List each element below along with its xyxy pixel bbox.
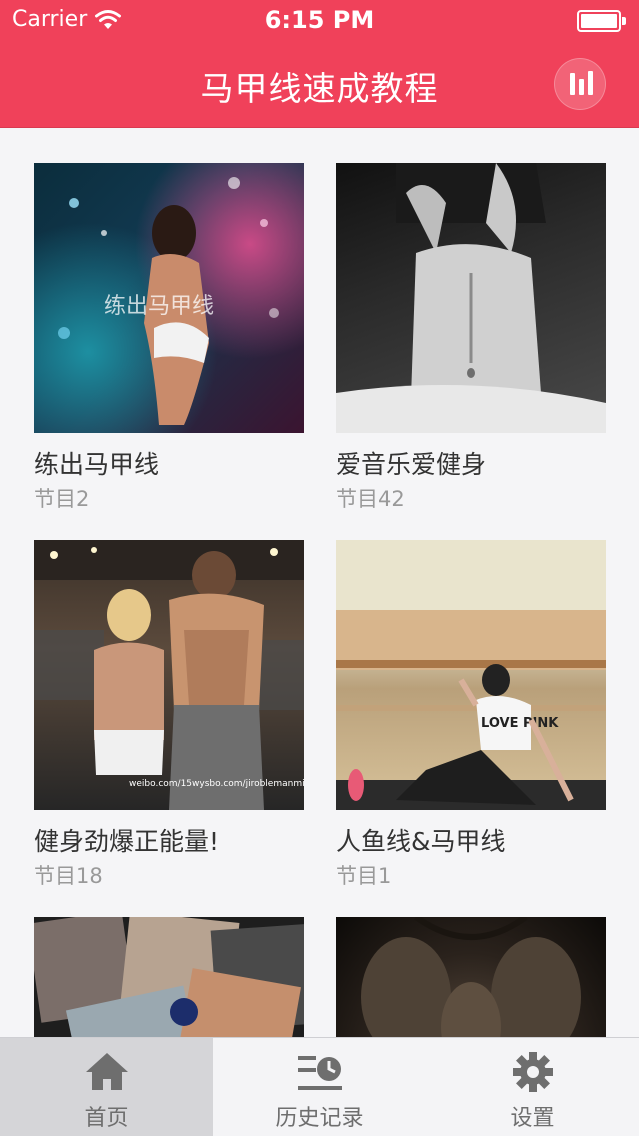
program-card[interactable]: 爱音乐爱健身 节目42 xyxy=(336,163,606,511)
gear-icon xyxy=(512,1052,553,1092)
status-bar: Carrier 6:15 PM xyxy=(0,0,639,40)
fitness-photo xyxy=(34,917,304,1037)
status-time: 6:15 PM xyxy=(264,6,375,34)
tab-settings[interactable]: 设置 xyxy=(426,1038,639,1136)
program-card[interactable] xyxy=(336,917,606,1037)
program-count: 节目18 xyxy=(34,864,103,888)
program-card[interactable]: weibo.com/15wysbo.com/jiroblemanmilyy @运… xyxy=(34,540,304,888)
battery-icon xyxy=(577,10,627,32)
program-thumbnail: 练出马甲线 xyxy=(34,163,304,433)
app-screen: Carrier 6:15 PM 马甲线速成教程 练出马甲线 练出马甲线 节目2 … xyxy=(0,0,639,1136)
program-thumbnail: LOVE PINK xyxy=(336,540,606,810)
equalizer-icon xyxy=(570,73,575,95)
program-grid: 练出马甲线 练出马甲线 节目2 爱音乐爱健身 节目42 weibo.com/15… xyxy=(0,128,639,1037)
watermark-text: 练出马甲线 xyxy=(104,294,214,319)
program-card[interactable]: LOVE PINK 人鱼线&马甲线 节目1 xyxy=(336,540,606,888)
program-title: 健身劲爆正能量! xyxy=(34,827,220,856)
shirt-text: LOVE PINK xyxy=(481,716,559,731)
program-title: 人鱼线&马甲线 xyxy=(336,827,506,856)
fitness-photo: weibo.com/15wysbo.com/jiroblemanmilyy @运… xyxy=(34,540,304,810)
header: Carrier 6:15 PM 马甲线速成教程 xyxy=(0,0,639,128)
tab-history[interactable]: 历史记录 xyxy=(213,1038,426,1136)
tab-home[interactable]: 首页 xyxy=(0,1038,213,1136)
program-count: 节目42 xyxy=(336,487,405,511)
program-title: 练出马甲线 xyxy=(34,450,160,479)
history-icon xyxy=(297,1056,342,1090)
tab-label: 设置 xyxy=(510,1106,555,1131)
tab-bar: 首页 历史记录 设置 xyxy=(0,1037,639,1136)
page-title: 马甲线速成教程 xyxy=(200,69,439,108)
equalizer-icon-bar xyxy=(579,79,584,95)
program-card[interactable]: 练出马甲线 练出马甲线 节目2 xyxy=(34,163,304,511)
equalizer-button[interactable] xyxy=(554,58,606,110)
equalizer-icon-bar xyxy=(588,71,593,95)
fitness-photo: LOVE PINK xyxy=(336,540,606,810)
tab-label: 历史记录 xyxy=(275,1106,364,1131)
fitness-photo: 练出马甲线 xyxy=(58,177,279,425)
program-thumbnail: weibo.com/15wysbo.com/jiroblemanmilyy @运… xyxy=(34,540,304,810)
program-thumbnail xyxy=(336,917,606,1037)
program-card[interactable] xyxy=(34,917,304,1037)
fitness-photo xyxy=(336,163,606,433)
home-icon xyxy=(85,1053,128,1090)
program-title: 爱音乐爱健身 xyxy=(336,450,487,479)
tab-label: 首页 xyxy=(84,1106,129,1131)
program-thumbnail xyxy=(336,163,606,433)
program-count: 节目2 xyxy=(34,487,90,511)
program-count: 节目1 xyxy=(336,864,392,888)
watermark-text: weibo.com/15wysbo.com/jiroblemanmilyy @运… xyxy=(129,777,304,789)
program-thumbnail xyxy=(34,917,304,1037)
fitness-photo xyxy=(361,917,581,1037)
